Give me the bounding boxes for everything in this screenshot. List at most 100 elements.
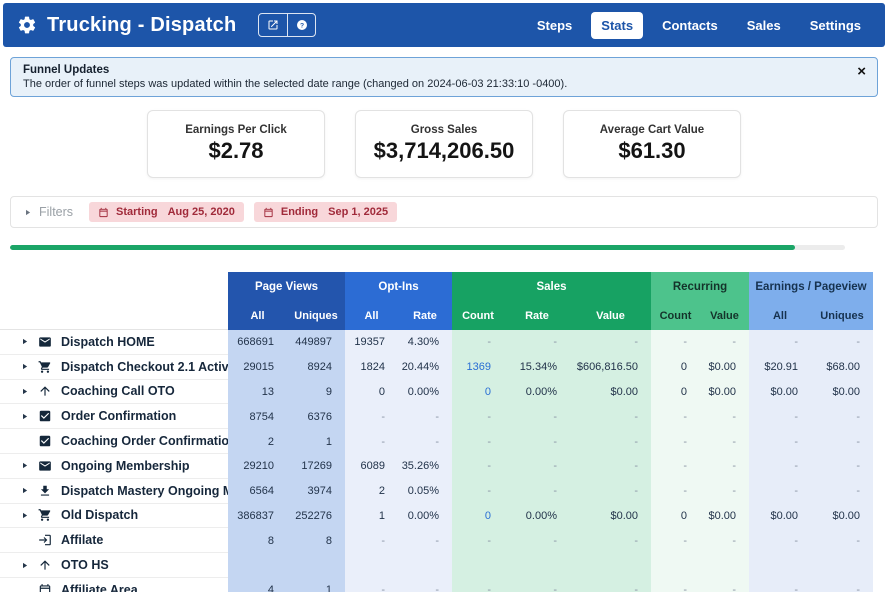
column-header-opt-ins-all: All	[345, 301, 398, 330]
column-group-title: Sales	[452, 272, 651, 301]
table-row: Dispatch HOME668691449897193574.30%-----…	[0, 330, 873, 355]
table-cell: 15.34%	[504, 355, 570, 380]
column-header-sales-rate: Rate	[504, 301, 570, 330]
question-circle-icon: ?	[296, 19, 308, 31]
progress-bar-fill	[10, 245, 795, 250]
table-cell: 0.00%	[398, 504, 452, 529]
column-header-opt-ins-rate: Rate	[398, 301, 452, 330]
table-cell: 1	[287, 429, 345, 454]
table-cell	[504, 553, 570, 578]
table-cell: -	[398, 578, 452, 592]
table-cell: -	[651, 330, 700, 355]
chevron-right-icon[interactable]	[20, 412, 29, 421]
nav-tab-settings[interactable]: Settings	[800, 12, 871, 39]
chevron-right-icon[interactable]	[20, 337, 29, 346]
funnel-step-oto-hs[interactable]: OTO HS	[0, 553, 228, 578]
column-group-title: Opt-Ins	[345, 272, 452, 301]
funnel-step-old-dispatch[interactable]: Old Dispatch	[0, 504, 228, 529]
chevron-right-icon[interactable]	[20, 362, 29, 371]
table-cell: -	[345, 528, 398, 553]
table-cell: -	[570, 454, 651, 479]
table-cell: $0.00	[570, 504, 651, 529]
row-label: OTO HS	[61, 558, 109, 572]
column-group-recurring: RecurringCountValue	[651, 272, 749, 330]
table-cell: -	[570, 429, 651, 454]
table-cell: -	[452, 578, 504, 592]
funnel-step-dispatch-mastery-ongoing-members[interactable]: Dispatch Mastery Ongoing Members...	[0, 479, 228, 504]
table-cell[interactable]: 0	[452, 380, 504, 405]
table-cell	[345, 553, 398, 578]
table-cell[interactable]: 0	[452, 504, 504, 529]
stat-card-earnings-per-click: Earnings Per Click$2.78	[147, 110, 325, 178]
funnel-step-dispatch-home[interactable]: Dispatch HOME	[0, 330, 228, 355]
calendar-icon	[38, 583, 52, 592]
table-cell: 1	[287, 578, 345, 592]
column-group-page-views: Page ViewsAllUniques	[228, 272, 345, 330]
table-cell: 2	[345, 479, 398, 504]
funnel-step-coaching-call-oto[interactable]: Coaching Call OTO	[0, 380, 228, 405]
table-cell: -	[700, 404, 749, 429]
funnel-updates-alert: Funnel Updates The order of funnel steps…	[10, 57, 878, 97]
table-cell: $0.00	[811, 504, 873, 529]
table-cell	[749, 553, 811, 578]
chevron-right-icon[interactable]	[20, 387, 29, 396]
funnel-step-affiliate-area[interactable]: Affiliate Area	[0, 578, 228, 592]
funnel-step-ongoing-membership[interactable]: Ongoing Membership	[0, 454, 228, 479]
nav-tab-sales[interactable]: Sales	[737, 12, 791, 39]
table-cell: -	[570, 528, 651, 553]
stat-card-value: $3,714,206.50	[356, 138, 532, 164]
chevron-right-icon[interactable]	[20, 511, 29, 520]
table-cell	[811, 553, 873, 578]
funnel-step-dispatch-checkout-2-1-active[interactable]: Dispatch Checkout 2.1 Active	[0, 355, 228, 380]
chevron-right-icon[interactable]	[20, 486, 29, 495]
badge-label: Starting	[116, 206, 158, 218]
chevron-right-icon[interactable]	[20, 561, 29, 570]
table-cell: 0.05%	[398, 479, 452, 504]
nav-tab-stats[interactable]: Stats	[591, 12, 643, 39]
column-header-sales-count: Count	[452, 301, 504, 330]
table-cell: -	[452, 454, 504, 479]
table-cell: 1	[345, 504, 398, 529]
row-label: Dispatch HOME	[61, 335, 155, 349]
row-label: Old Dispatch	[61, 508, 138, 522]
table-cell: 8	[287, 528, 345, 553]
table-cell: -	[811, 578, 873, 592]
table-cell	[228, 553, 287, 578]
check-square-icon	[38, 434, 52, 448]
funnel-step-affilate[interactable]: Affilate	[0, 528, 228, 553]
table-cell: -	[749, 578, 811, 592]
chevron-right-icon[interactable]	[20, 461, 29, 470]
table-cell: 0.00%	[398, 380, 452, 405]
help-button[interactable]: ?	[287, 14, 315, 36]
open-external-button[interactable]	[259, 14, 287, 36]
funnel-step-coaching-order-confirmation[interactable]: Coaching Order Confirmation	[0, 429, 228, 454]
row-label: Dispatch Checkout 2.1 Active	[61, 360, 228, 374]
row-label: Affilate	[61, 533, 103, 547]
row-label: Order Confirmation	[61, 409, 176, 423]
table-cell: 17269	[287, 454, 345, 479]
chevron-right-icon[interactable]	[23, 208, 32, 217]
funnel-step-order-confirmation[interactable]: Order Confirmation	[0, 404, 228, 429]
table-cell[interactable]: 1369	[452, 355, 504, 380]
column-group-sales: SalesCountRateValue	[452, 272, 651, 330]
nav-tab-steps[interactable]: Steps	[527, 12, 582, 39]
table-cell: 668691	[228, 330, 287, 355]
table-cell: -	[811, 479, 873, 504]
table-cell: -	[452, 479, 504, 504]
download-icon	[38, 484, 52, 498]
row-label: Dispatch Mastery Ongoing Members...	[61, 484, 228, 498]
badge-value: Aug 25, 2020	[168, 206, 235, 218]
date-badge-starting[interactable]: Starting Aug 25, 2020	[89, 202, 244, 222]
table-cell: -	[504, 429, 570, 454]
funnel-stats-table: Page ViewsAllUniquesOpt-InsAllRateSalesC…	[0, 272, 873, 592]
filters-toggle[interactable]: Filters	[39, 205, 73, 219]
date-badge-ending[interactable]: EndingSep 1, 2025	[254, 202, 397, 222]
table-cell: -	[700, 528, 749, 553]
table-cell: -	[452, 528, 504, 553]
close-icon[interactable]: ×	[857, 64, 866, 79]
nav-tab-contacts[interactable]: Contacts	[652, 12, 728, 39]
table-cell: -	[570, 404, 651, 429]
progress-bar	[10, 245, 845, 250]
table-cell: 4	[228, 578, 287, 592]
arrow-up-icon	[38, 558, 52, 572]
